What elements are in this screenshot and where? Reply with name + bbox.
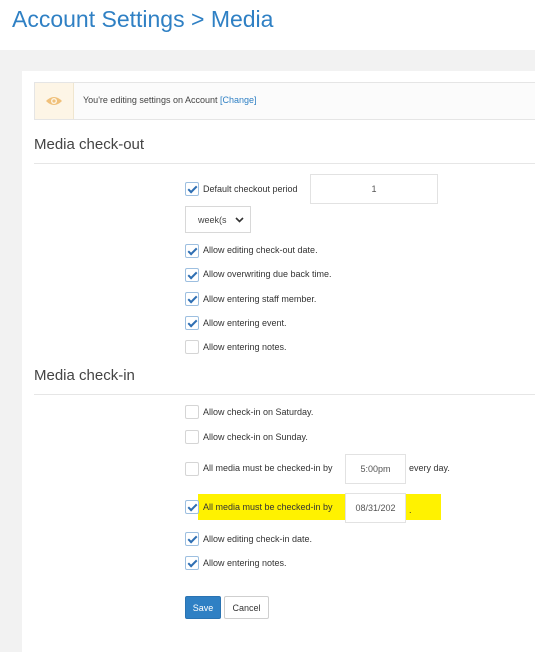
notice-icon-box	[35, 83, 74, 119]
default-checkout-period-checkbox[interactable]	[185, 182, 199, 196]
checkout-period-input[interactable]	[310, 174, 438, 204]
editing-notice: You're editing settings on Account [Chan…	[34, 82, 535, 120]
every-day-label: every day.	[409, 463, 450, 473]
period-unit-value: week(s	[198, 215, 227, 225]
date-suffix: .	[409, 505, 412, 515]
checkin-daily-time-label: All media must be checked-in by	[203, 463, 333, 473]
checkout-divider	[34, 163, 535, 164]
allow-overwriting-due-back-label: Allow overwriting due back time.	[203, 269, 332, 279]
allow-entering-notes-checkout-label: Allow entering notes.	[203, 342, 287, 352]
cancel-button[interactable]: Cancel	[224, 596, 269, 619]
allow-entering-staff-label: Allow entering staff member.	[203, 294, 317, 304]
change-link[interactable]: [Change]	[220, 95, 257, 105]
allow-entering-notes-checkout-checkbox[interactable]	[185, 340, 199, 354]
notice-text: You're editing settings on Account [Chan…	[83, 95, 257, 105]
allow-checkin-sunday-label: Allow check-in on Sunday.	[203, 432, 308, 442]
allow-editing-checkin-date-label: Allow editing check-in date.	[203, 534, 313, 544]
allow-editing-checkout-date-label: Allow editing check-out date.	[203, 245, 318, 255]
eye-icon	[46, 97, 62, 105]
allow-entering-notes-checkin-label: Allow entering notes.	[203, 558, 287, 568]
allow-editing-checkout-date-checkbox[interactable]	[185, 244, 199, 258]
checkin-heading: Media check-in	[34, 367, 135, 384]
allow-editing-checkin-date-checkbox[interactable]	[185, 532, 199, 546]
checkin-by-date-checkbox[interactable]	[185, 500, 199, 514]
checkin-by-date-label: All media must be checked-in by	[203, 502, 333, 512]
page-title: Account Settings > Media	[12, 6, 274, 32]
checkout-heading: Media check-out	[34, 136, 145, 153]
checkin-time-input[interactable]	[345, 454, 406, 484]
allow-checkin-saturday-checkbox[interactable]	[185, 405, 199, 419]
allow-checkin-sunday-checkbox[interactable]	[185, 430, 199, 444]
chevron-down-icon	[235, 217, 244, 223]
allow-overwriting-due-back-checkbox[interactable]	[185, 268, 199, 282]
default-checkout-period-label: Default checkout period	[203, 184, 298, 194]
allow-checkin-saturday-label: Allow check-in on Saturday.	[203, 407, 314, 417]
period-unit-select[interactable]: week(s	[185, 206, 251, 233]
allow-entering-notes-checkin-checkbox[interactable]	[185, 556, 199, 570]
checkin-date-input[interactable]	[345, 493, 406, 523]
save-button[interactable]: Save	[185, 596, 221, 619]
checkin-daily-time-checkbox[interactable]	[185, 462, 199, 476]
allow-entering-staff-checkbox[interactable]	[185, 292, 199, 306]
checkin-divider	[34, 394, 535, 395]
page-header: Account Settings > Media	[0, 0, 535, 50]
allow-entering-event-checkbox[interactable]	[185, 316, 199, 330]
allow-entering-event-label: Allow entering event.	[203, 318, 287, 328]
